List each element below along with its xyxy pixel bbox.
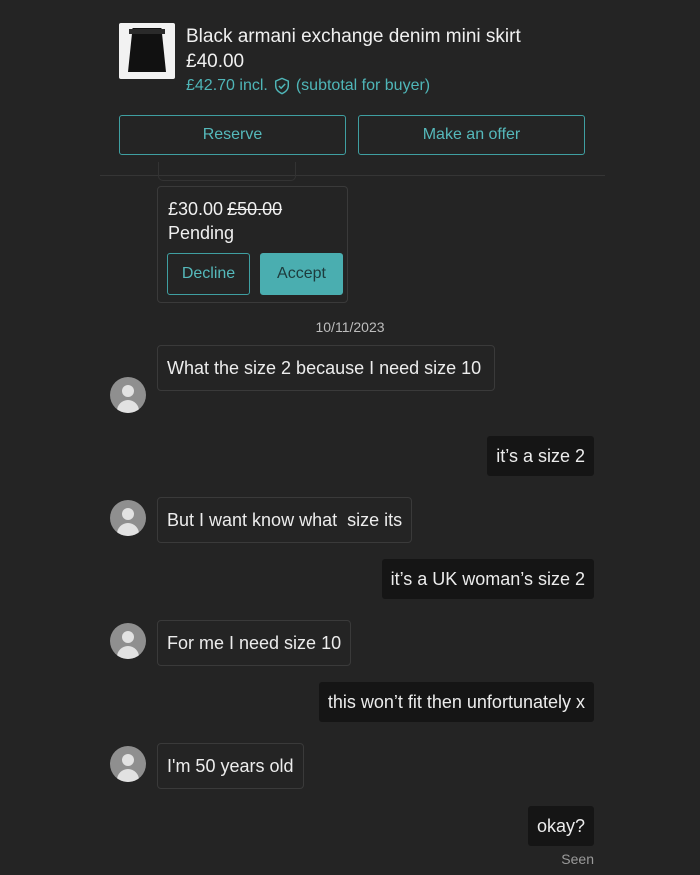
item-thumbnail[interactable]	[119, 23, 175, 79]
message-sent: it’s a UK woman’s size 2	[381, 559, 594, 599]
avatar-body	[117, 400, 139, 413]
decline-button[interactable]: Decline	[167, 253, 250, 295]
message-received: But I want know what size its	[157, 497, 413, 543]
message-sent: okay?	[527, 806, 594, 846]
offer-status: Pending	[168, 223, 235, 243]
buyer-avatar[interactable]	[110, 746, 146, 782]
price-incl: £42.70 incl.	[186, 77, 268, 94]
offer-card: £30.00 £50.00 Pending Decline Accept	[157, 186, 348, 303]
avatar-head	[122, 631, 134, 643]
avatar-head	[122, 385, 134, 397]
message-sent: this won’t fit then unfortunately x	[318, 682, 594, 722]
seen-indicator: Seen	[561, 851, 594, 867]
message-sent: it’s a size 2	[487, 436, 594, 476]
buyer-avatar[interactable]	[110, 500, 146, 536]
conversation-date: 10/11/2023	[315, 319, 385, 335]
shield-check-icon	[274, 77, 289, 95]
message-received: For me I need size 10	[157, 620, 352, 666]
buyer-avatar[interactable]	[110, 377, 146, 413]
item-price: £40.00	[186, 51, 245, 72]
buyer-avatar[interactable]	[110, 623, 146, 659]
avatar-body	[117, 523, 139, 536]
previous-message-edge	[158, 162, 296, 181]
skirt-waistband	[129, 29, 165, 34]
make-offer-button[interactable]: Make an offer	[358, 115, 585, 155]
avatar-head	[122, 508, 134, 520]
offered-price: £30.00	[168, 199, 224, 219]
message-received: I'm 50 years old	[157, 743, 304, 789]
avatar-head	[122, 754, 134, 766]
item-title[interactable]: Black armani exchange denim mini skirt	[186, 26, 521, 48]
subtotal-note: (subtotal for buyer)	[295, 77, 431, 94]
original-price: £50.00	[227, 199, 283, 219]
buyer-total[interactable]: £42.70 incl. (subtotal for buyer)	[186, 77, 430, 95]
accept-button[interactable]: Accept	[260, 253, 343, 295]
skirt-image	[128, 28, 166, 72]
avatar-body	[117, 769, 139, 782]
item-header: Black armani exchange denim mini skirt £…	[0, 0, 700, 180]
avatar-body	[117, 646, 139, 659]
reserve-button[interactable]: Reserve	[119, 115, 346, 155]
message-received: What the size 2 because I need size 10	[157, 345, 495, 391]
offer-price: £30.00 £50.00	[168, 199, 282, 220]
